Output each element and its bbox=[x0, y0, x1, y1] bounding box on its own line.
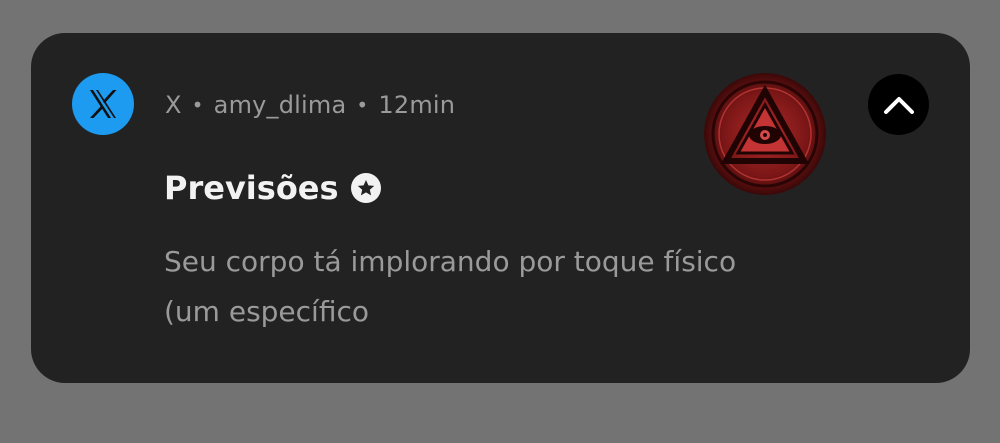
notification-meta: X • amy_dlima • 12min bbox=[165, 87, 455, 123]
notification-thumbnail bbox=[704, 73, 826, 195]
all-seeing-eye-thumbnail bbox=[704, 73, 826, 195]
body-line: Seu corpo tá implorando por toque físico bbox=[164, 245, 737, 278]
app-name: X bbox=[165, 91, 182, 119]
timestamp: 12min bbox=[378, 91, 456, 119]
notification-card[interactable]: X • amy_dlima • 12min Previsões Seu corp… bbox=[31, 33, 970, 383]
separator-dot: • bbox=[356, 93, 369, 117]
separator-dot: • bbox=[191, 93, 204, 117]
notification-body: Seu corpo tá implorando por toque físico… bbox=[164, 237, 894, 337]
x-app-icon bbox=[72, 73, 134, 135]
body-line: (um específico bbox=[164, 295, 369, 328]
notification-title: Previsões bbox=[164, 169, 339, 207]
notification-title-row: Previsões bbox=[164, 169, 381, 207]
x-logo-icon bbox=[90, 90, 117, 118]
account-name: amy_dlima bbox=[213, 91, 347, 119]
collapse-button[interactable] bbox=[868, 74, 929, 135]
chevron-up-icon bbox=[883, 96, 914, 114]
star-badge-icon bbox=[350, 173, 381, 203]
